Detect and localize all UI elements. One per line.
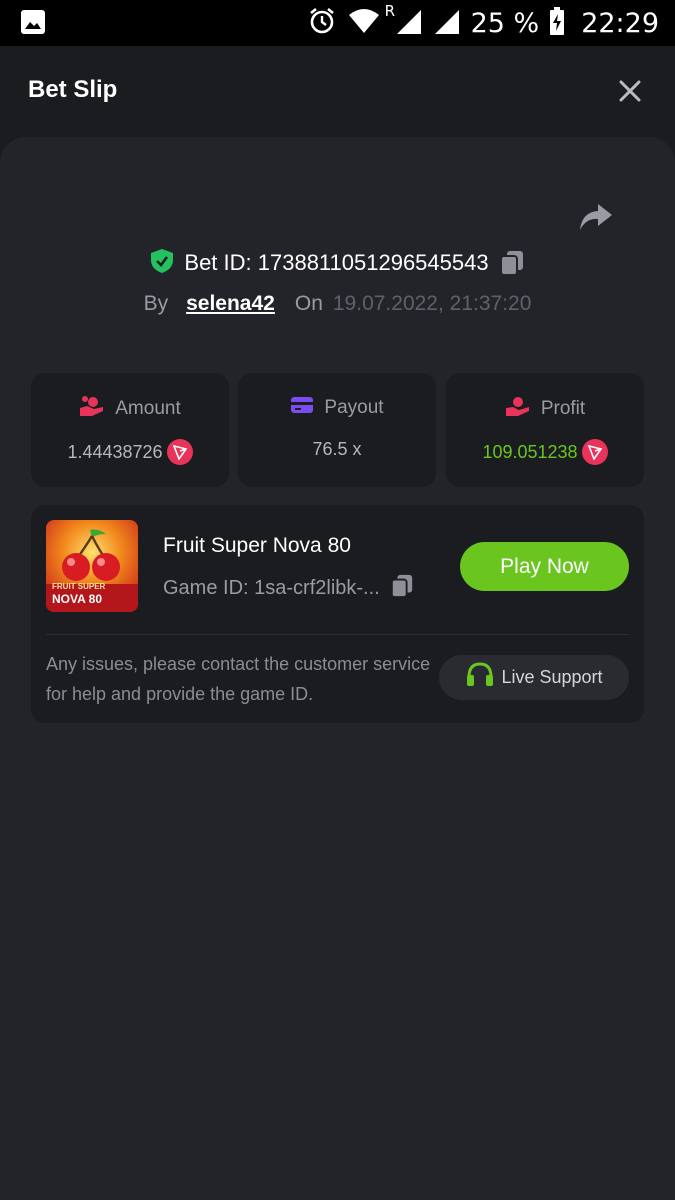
money-hand-icon [505, 395, 531, 423]
thumb-caption-line1: FRUIT SUPER [52, 582, 106, 591]
by-label: By [143, 292, 169, 315]
bet-slip-header: Bet Slip [0, 46, 675, 136]
copy-icon [499, 251, 523, 276]
wifi-icon [347, 7, 381, 40]
share-button[interactable] [578, 200, 614, 234]
tron-coin-icon [581, 439, 608, 465]
live-support-label: Live Support [501, 667, 603, 687]
card-icon [290, 395, 314, 421]
copy-game-id-button[interactable] [390, 573, 414, 604]
signal-roaming-icon: R [385, 2, 423, 41]
game-title: Fruit Super Nova 80 [163, 534, 351, 557]
profit-card: Profit 109.051238 [446, 373, 644, 487]
thumb-caption-line2: NOVA 80 [52, 592, 103, 606]
share-icon [580, 204, 612, 230]
copy-icon [390, 574, 412, 599]
game-id-row: Game ID: 1sa-crf2libk-... [163, 573, 414, 604]
tron-coin-icon [166, 439, 193, 465]
on-label: On [294, 292, 323, 315]
live-support-button[interactable]: Live Support [439, 655, 629, 700]
game-id: Game ID: 1sa-crf2libk-... [163, 577, 380, 599]
divider [46, 634, 629, 635]
signal-icon [433, 6, 461, 41]
play-now-button[interactable]: Play Now [460, 542, 629, 591]
copy-bet-id-button[interactable] [499, 249, 525, 277]
coins-hand-icon [79, 395, 105, 423]
bet-date: 19.07.2022, 21:37:20 [332, 292, 532, 315]
battery-percent: 25 % [470, 7, 540, 39]
username-link[interactable]: selena42 [186, 292, 275, 316]
help-text: Any issues, please contact the customer … [46, 654, 431, 704]
gallery-notification-icon [20, 9, 46, 40]
amount-label: Amount [115, 398, 181, 419]
page-title: Bet Slip [28, 76, 118, 103]
clock: 22:29 [581, 7, 659, 39]
battery-charging-icon [549, 6, 565, 40]
amount-card: Amount 1.44438726 [31, 373, 229, 487]
game-card: FRUIT SUPER NOVA 80 Fruit Super Nova 80 … [31, 505, 644, 723]
bet-id: Bet ID: 1738811051296545543 [184, 250, 489, 275]
profit-label: Profit [540, 398, 586, 419]
headset-icon [465, 661, 495, 694]
payout-card: Payout 76.5 x [238, 373, 436, 487]
bet-id-row: Bet ID: 1738811051296545543 [0, 246, 675, 280]
bet-meta-row: By selena42 On 19.07.2022, 21:37:20 [0, 288, 675, 320]
payout-label: Payout [324, 397, 384, 418]
verified-shield-icon [150, 248, 174, 279]
amount-value: 1.44438726 [67, 441, 163, 462]
status-bar: R 25 % 22:29 [0, 0, 675, 46]
close-button[interactable] [617, 78, 643, 104]
alarm-icon [307, 6, 337, 41]
profit-value: 109.051238 [482, 441, 578, 462]
close-icon [619, 80, 641, 102]
payout-value: 76.5 x [312, 439, 362, 459]
game-thumbnail[interactable]: FRUIT SUPER NOVA 80 [46, 520, 138, 612]
